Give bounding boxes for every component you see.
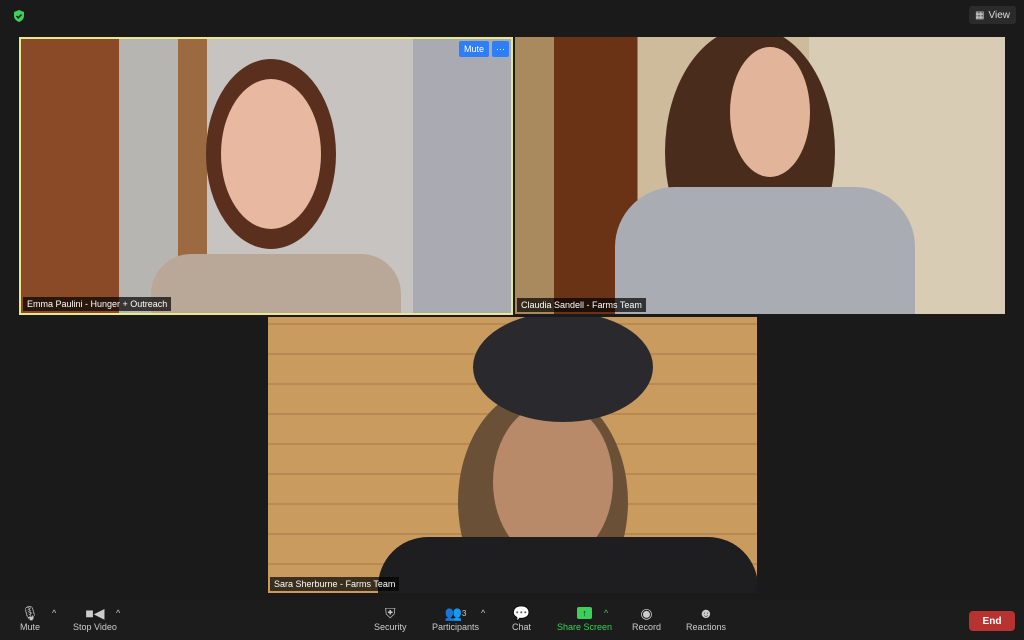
video-options-caret[interactable]: ^ xyxy=(116,608,120,618)
mute-participant-button[interactable]: Mute xyxy=(458,41,489,57)
microphone-icon: 🎙 xyxy=(21,604,39,621)
share-arrow-icon: ↑ xyxy=(577,604,592,622)
participant-name: Sara Sherburne - Farms Team xyxy=(270,577,400,591)
participant-name: Emma Paulini - Hunger + Outreach xyxy=(23,297,172,311)
video-camera-icon: ■◀ xyxy=(85,604,105,621)
participant-shirt xyxy=(378,537,757,593)
participant-face xyxy=(221,79,321,229)
mute-button[interactable]: 🎙 Mute xyxy=(20,604,40,633)
share-options-caret[interactable]: ^ xyxy=(604,608,608,618)
stop-video-button[interactable]: ■◀ Stop Video xyxy=(73,604,117,633)
record-icon: ◉ xyxy=(640,604,653,621)
participants-icon: 👥 3 xyxy=(444,604,467,621)
participant-cap xyxy=(473,317,653,422)
more-options-button[interactable]: ··· xyxy=(492,41,509,57)
participant-shoulders xyxy=(151,254,401,313)
video-tile-sara[interactable]: Sara Sherburne - Farms Team xyxy=(268,317,757,593)
meeting-toolbar: 🎙 Mute ^ ■◀ Stop Video ^ ⛨ Security 👥 3 Parti… xyxy=(0,600,1024,640)
chat-button[interactable]: 💬 Chat xyxy=(512,604,531,633)
security-button[interactable]: ⛨ Security xyxy=(374,604,407,633)
grid-icon: ▦ xyxy=(975,9,985,21)
participant-name: Claudia Sandell - Farms Team xyxy=(517,298,646,312)
smiley-icon: ☻ xyxy=(698,605,714,621)
record-button[interactable]: ◉ Record xyxy=(632,604,661,633)
participant-count: 3 xyxy=(462,608,467,618)
encryption-shield-icon[interactable] xyxy=(12,9,26,23)
participant-shirt xyxy=(615,187,915,314)
chat-bubble-icon: 💬 xyxy=(512,604,531,621)
participant-face xyxy=(730,47,810,177)
video-tile-claudia[interactable]: Claudia Sandell - Farms Team xyxy=(515,37,1005,314)
reactions-button[interactable]: ☻ Reactions xyxy=(686,604,726,632)
participants-button[interactable]: 👥 3 Participants xyxy=(432,604,479,633)
audio-options-caret[interactable]: ^ xyxy=(52,608,56,618)
video-tile-emma[interactable]: Mute ··· Emma Paulini - Hunger + Outreac… xyxy=(19,37,513,315)
participants-options-caret[interactable]: ^ xyxy=(481,608,485,618)
shield-icon: ⛨ xyxy=(385,604,396,621)
view-button[interactable]: ▦ View xyxy=(969,6,1016,24)
end-meeting-button[interactable]: End xyxy=(969,611,1015,631)
